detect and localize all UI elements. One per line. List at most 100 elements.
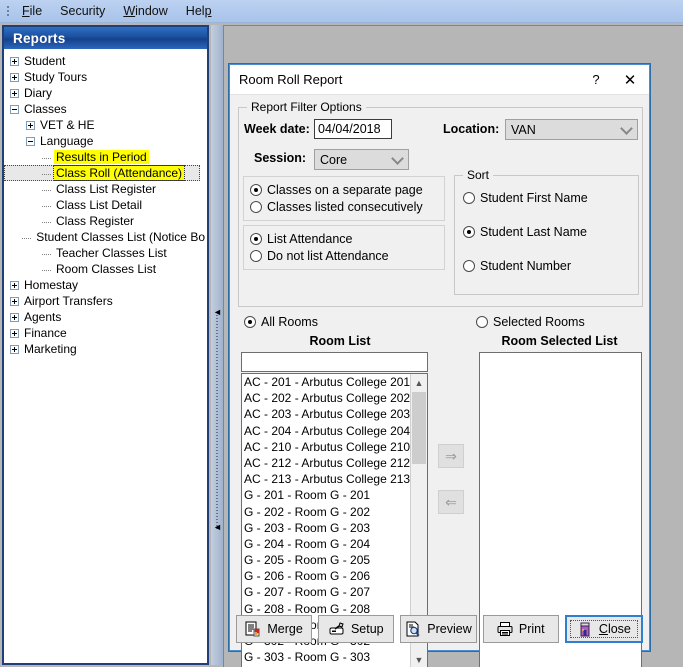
room-list-item[interactable]: G - 207 - Room G - 207 <box>242 584 427 600</box>
radio-indicator <box>250 250 262 262</box>
close-button[interactable]: Close <box>565 615 643 643</box>
tree-item-language[interactable]: Language <box>4 133 207 149</box>
radio-sort-first-name[interactable]: Student First Name <box>463 190 638 206</box>
room-list-item[interactable]: G - 202 - Room G - 202 <box>242 504 427 520</box>
radio-sort-last-name[interactable]: Student Last Name <box>463 224 638 240</box>
radio-all-rooms[interactable]: All Rooms <box>244 314 318 330</box>
radio-classes-consecutive[interactable]: Classes listed consecutively <box>250 199 444 215</box>
location-dropdown[interactable]: VAN <box>505 119 638 140</box>
preview-button-label: Preview <box>427 622 471 636</box>
tree-leaf-connector <box>42 254 51 255</box>
close-icon[interactable]: ✕ <box>613 67 647 93</box>
radio-indicator <box>463 192 475 204</box>
radio-do-not-list-attendance[interactable]: Do not list Attendance <box>250 248 444 264</box>
room-list-item[interactable]: AC - 210 - Arbutus College 210 <box>242 439 427 455</box>
room-list-item[interactable]: G - 204 - Room G - 204 <box>242 536 427 552</box>
menu-item-help[interactable]: Help <box>177 2 221 20</box>
expand-plus-icon[interactable] <box>10 89 19 98</box>
room-list-item[interactable]: G - 203 - Room G - 203 <box>242 520 427 536</box>
expand-plus-icon[interactable] <box>10 329 19 338</box>
room-list-item[interactable]: AC - 203 - Arbutus College 203 <box>242 406 427 422</box>
tree-item-finance[interactable]: Finance <box>4 325 207 341</box>
radio-classes-separate-page[interactable]: Classes on a separate page <box>250 182 444 198</box>
menu-item-file[interactable]: File <box>13 2 51 20</box>
tree-item-label: Results in Period <box>54 150 149 164</box>
collapse-minus-icon[interactable] <box>10 105 19 114</box>
scroll-down-icon[interactable]: ▼ <box>411 651 427 667</box>
room-list-item[interactable]: AC - 212 - Arbutus College 212 <box>242 455 427 471</box>
dialog-title-bar[interactable]: Room Roll Report ? ✕ <box>230 65 649 95</box>
menu-grip-handle[interactable] <box>3 2 13 20</box>
tree-item-classes[interactable]: Classes <box>4 101 207 117</box>
menu-item-window[interactable]: Window <box>114 2 176 20</box>
tree-item-marketing[interactable]: Marketing <box>4 341 207 357</box>
tree-item-label: Study Tours <box>22 70 89 84</box>
remove-room-button[interactable]: ⇐ <box>438 490 464 514</box>
expand-plus-icon[interactable] <box>10 281 19 290</box>
tree-item-student-classes-list-notice-bo[interactable]: Student Classes List (Notice Bo <box>4 229 207 245</box>
radio-label: Selected Rooms <box>493 314 585 330</box>
tree-item-homestay[interactable]: Homestay <box>4 277 207 293</box>
room-list-item[interactable]: G - 206 - Room G - 206 <box>242 568 427 584</box>
tree-item-results-in-period[interactable]: Results in Period <box>4 149 207 165</box>
radio-label: All Rooms <box>261 314 318 330</box>
close-button-label: Close <box>599 622 631 636</box>
expand-plus-icon[interactable] <box>26 121 35 130</box>
tree-item-student[interactable]: Student <box>4 53 207 69</box>
tree-item-label: Teacher Classes List <box>54 246 169 260</box>
tree-item-class-list-detail[interactable]: Class List Detail <box>4 197 207 213</box>
tree-leaf-connector <box>42 270 51 271</box>
tree-item-class-roll-attendance[interactable]: Class Roll (Attendance) <box>4 165 200 181</box>
room-list-item[interactable]: AC - 204 - Arbutus College 204 <box>242 423 427 439</box>
preview-icon <box>405 621 421 637</box>
menu-item-security[interactable]: Security <box>51 2 114 20</box>
week-date-label: Week date: <box>244 122 310 136</box>
room-list-item[interactable]: AC - 213 - Arbutus College 213 <box>242 471 427 487</box>
tree-item-study-tours[interactable]: Study Tours <box>4 69 207 85</box>
reports-tree[interactable]: StudentStudy ToursDiaryClassesVET & HELa… <box>4 49 207 663</box>
tree-item-label: Class Roll (Attendance) <box>54 166 184 180</box>
tree-item-label: Room Classes List <box>54 262 158 276</box>
room-list-item[interactable]: G - 201 - Room G - 201 <box>242 487 427 503</box>
tree-item-airport-transfers[interactable]: Airport Transfers <box>4 293 207 309</box>
expand-plus-icon[interactable] <box>10 313 19 322</box>
radio-sort-student-number[interactable]: Student Number <box>463 258 638 274</box>
tree-item-teacher-classes-list[interactable]: Teacher Classes List <box>4 245 207 261</box>
scroll-up-icon[interactable]: ▲ <box>411 374 427 391</box>
tree-item-class-register[interactable]: Class Register <box>4 213 207 229</box>
room-filter-input[interactable] <box>241 352 428 372</box>
radio-list-attendance[interactable]: List Attendance <box>250 231 444 247</box>
radio-label: List Attendance <box>267 231 352 247</box>
expand-plus-icon[interactable] <box>10 297 19 306</box>
expand-plus-icon[interactable] <box>10 345 19 354</box>
expand-plus-icon[interactable] <box>10 73 19 82</box>
tree-item-class-list-register[interactable]: Class List Register <box>4 181 207 197</box>
room-list-item[interactable]: G - 303 - Room G - 303 <box>242 649 427 665</box>
panel-splitter[interactable]: ◄ ◄ <box>211 25 223 665</box>
tree-item-vet-he[interactable]: VET & HE <box>4 117 207 133</box>
tree-item-label: Classes <box>22 102 69 116</box>
week-date-input[interactable] <box>314 119 392 139</box>
session-dropdown[interactable]: Core <box>314 149 409 170</box>
tree-item-diary[interactable]: Diary <box>4 85 207 101</box>
add-room-button[interactable]: ⇒ <box>438 444 464 468</box>
room-list-item[interactable]: AC - 202 - Arbutus College 202 <box>242 390 427 406</box>
scrollbar-thumb[interactable] <box>412 392 426 464</box>
tree-item-agents[interactable]: Agents <box>4 309 207 325</box>
setup-button[interactable]: Setup <box>318 615 394 643</box>
room-list-item[interactable]: G - 205 - Room G - 205 <box>242 552 427 568</box>
splitter-collapse-bottom-icon[interactable]: ◄ <box>213 523 222 531</box>
expand-plus-icon[interactable] <box>10 57 19 66</box>
tree-item-room-classes-list[interactable]: Room Classes List <box>4 261 207 277</box>
setup-button-label: Setup <box>351 622 384 636</box>
radio-label: Classes listed consecutively <box>267 199 423 215</box>
collapse-minus-icon[interactable] <box>26 137 35 146</box>
dialog-body: Report Filter Options Week date: Locatio… <box>230 95 649 650</box>
merge-button[interactable]: Merge <box>236 615 312 643</box>
radio-selected-rooms[interactable]: Selected Rooms <box>476 314 585 330</box>
print-button[interactable]: Print <box>483 615 559 643</box>
tree-item-label: Class List Register <box>54 182 158 196</box>
help-button[interactable]: ? <box>579 67 613 93</box>
room-list-item[interactable]: AC - 201 - Arbutus College 201 <box>242 374 427 390</box>
preview-button[interactable]: Preview <box>400 615 476 643</box>
